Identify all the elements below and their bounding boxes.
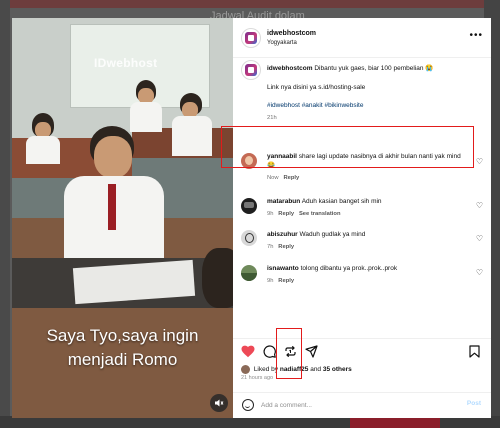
video-watermark: IDwebhost xyxy=(94,56,158,70)
video-student-shirt xyxy=(26,136,60,164)
post-time-ago: 21 hours ago xyxy=(241,375,274,381)
comment-username[interactable]: isnawanto xyxy=(267,265,299,272)
comment-like-icon[interactable]: ♡ xyxy=(476,268,483,277)
comment-like-icon[interactable]: ♡ xyxy=(476,234,483,243)
comment-text: Waduh gudlak ya mind xyxy=(299,231,366,238)
post-side-panel: idwebhostcom Yogyakarta ••• idwebhostcom… xyxy=(233,18,491,418)
post-header: idwebhostcom Yogyakarta ••• xyxy=(233,18,491,58)
heart-filled-icon[interactable] xyxy=(241,345,255,360)
comment-time: Now xyxy=(267,175,279,181)
highlight-box-comment xyxy=(221,126,474,168)
caption-link-line: Link nya disini ya s.id/hosting-sale xyxy=(267,84,366,91)
caption-hashtags[interactable]: #idwebhost #anakit #bikinwebsite xyxy=(267,102,363,111)
comment-text: tolong dibantu ya prok..prok..prok xyxy=(300,265,398,272)
comment-username[interactable]: abiszuhur xyxy=(267,231,298,238)
author-avatar[interactable] xyxy=(241,28,261,48)
video-caption-line: Saya Tyo,saya ingin xyxy=(46,326,199,345)
background-header-strip xyxy=(0,0,500,8)
video-main-student-face xyxy=(94,136,132,178)
liked-and: and xyxy=(310,366,322,374)
post-video[interactable]: IDwebhost Saya Tyo,saya ingin menjadi Ro… xyxy=(12,18,233,418)
post-location[interactable]: Yogyakarta xyxy=(267,40,297,46)
caption-text: Dibantu yuk gaes, biar 100 pembelian 😭 xyxy=(314,65,434,72)
speaker-muted-icon[interactable] xyxy=(210,394,228,412)
comment-like-icon[interactable]: ♡ xyxy=(476,201,483,210)
bookmark-icon[interactable] xyxy=(469,345,480,360)
comment-time: 7h xyxy=(267,244,274,250)
comment-text: Aduh kasian banget sih min xyxy=(301,198,382,205)
video-student-shirt xyxy=(130,102,162,132)
comment-reply-button[interactable]: Reply xyxy=(278,211,294,217)
comment-reply-button[interactable]: Reply xyxy=(278,278,294,284)
comment-icon[interactable] xyxy=(263,345,276,360)
video-main-student-tie xyxy=(108,184,116,230)
caption-text-line: idwebhostcom Dibantu yuk gaes, biar 100 … xyxy=(267,65,477,74)
post-comment-button[interactable]: Post xyxy=(467,400,481,407)
highlight-box-repost xyxy=(276,328,302,379)
comment-like-icon[interactable]: ♡ xyxy=(476,157,483,166)
emoji-icon[interactable] xyxy=(242,399,254,411)
see-translation-button[interactable]: See translation xyxy=(299,211,341,217)
comment-text-block: isnawanto tolong dibantu ya prok..prok..… xyxy=(267,265,463,274)
comment-reply-button[interactable]: Reply xyxy=(278,244,294,250)
comment-text-block: matarabun Aduh kasian banget sih min xyxy=(267,198,463,207)
comment-meta: 9h Reply See translation xyxy=(267,211,341,217)
liked-others[interactable]: 35 others xyxy=(323,366,352,373)
send-icon[interactable] xyxy=(305,345,318,360)
author-username[interactable]: idwebhostcom xyxy=(267,30,316,37)
liked-prefix: Liked by xyxy=(253,366,279,374)
background-thumbnail xyxy=(350,418,440,428)
post-actions-bar: Liked by nadiaff25 and 35 others 21 hour… xyxy=(233,338,491,386)
comment-time: 9h xyxy=(267,211,274,217)
more-horizontal-icon[interactable]: ••• xyxy=(469,30,483,41)
caption-time: 21h xyxy=(267,115,277,121)
commenter-avatar[interactable] xyxy=(241,265,257,281)
comment-text-block: abiszuhur Waduh gudlak ya mind xyxy=(267,231,463,240)
commenter-avatar[interactable] xyxy=(241,230,257,246)
video-student-shirt xyxy=(172,116,212,156)
background-left-strip xyxy=(0,0,10,428)
caption-author-avatar[interactable] xyxy=(241,60,261,80)
comment-meta: Now Reply xyxy=(267,175,299,181)
caption-username[interactable]: idwebhostcom xyxy=(267,65,313,72)
comment-username[interactable]: matarabun xyxy=(267,198,300,205)
video-student xyxy=(202,248,233,308)
commenter-avatar[interactable] xyxy=(241,198,257,214)
add-comment-input[interactable] xyxy=(261,398,451,412)
comments-list[interactable]: idwebhostcom Dibantu yuk gaes, biar 100 … xyxy=(233,58,491,336)
post-modal: IDwebhost Saya Tyo,saya ingin menjadi Ro… xyxy=(12,18,491,418)
comment-reply-button[interactable]: Reply xyxy=(283,175,299,181)
video-caption-line: menjadi Romo xyxy=(67,350,178,369)
add-comment-bar: Post xyxy=(233,392,491,418)
comment-meta: 7h Reply xyxy=(267,244,294,250)
liked-by-avatar xyxy=(241,365,250,374)
comment-meta: 9h Reply xyxy=(267,278,294,284)
comment-time: 9h xyxy=(267,278,274,284)
